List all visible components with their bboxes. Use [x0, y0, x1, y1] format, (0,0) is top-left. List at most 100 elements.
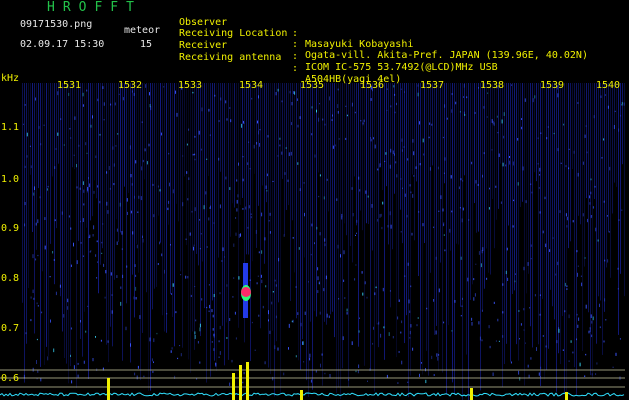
y-tick-label: 0.6	[1, 373, 20, 384]
noise-speck	[206, 306, 208, 309]
noise-speck	[55, 148, 57, 150]
noise-speck	[284, 172, 286, 175]
noise-streak	[500, 83, 501, 164]
info-value: Ogata-vill. Akita-Pref. JAPAN (139.96E, …	[305, 50, 588, 61]
noise-streak	[356, 83, 357, 226]
noise-streak	[408, 83, 409, 398]
noise-streak	[492, 83, 493, 199]
noise-speck	[584, 375, 586, 378]
noise-speck	[274, 279, 276, 282]
noise-speck	[257, 275, 259, 277]
noise-speck	[495, 185, 497, 188]
noise-speck	[194, 331, 196, 335]
noise-speck	[596, 362, 598, 365]
noise-speck	[142, 235, 143, 239]
noise-speck	[199, 248, 201, 250]
noise-speck	[49, 276, 51, 278]
noise-speck	[259, 129, 261, 131]
noise-speck	[326, 313, 328, 318]
noise-speck	[74, 116, 76, 120]
noise-speck	[151, 358, 153, 362]
noise-speck	[502, 311, 504, 314]
noise-speck	[603, 138, 605, 141]
noise-speck	[545, 243, 547, 248]
noise-speck	[39, 196, 41, 199]
noise-streak	[340, 83, 341, 399]
noise-speck	[156, 332, 158, 335]
noise-speck	[407, 262, 409, 266]
noise-speck	[170, 244, 171, 246]
noise-speck	[431, 355, 433, 360]
noise-speck	[422, 138, 424, 143]
noise-streak	[282, 83, 283, 179]
app-title: HROFFT	[47, 0, 142, 15]
noise-speck	[102, 86, 104, 89]
noise-speck	[164, 269, 165, 274]
noise-streak	[570, 83, 571, 242]
noise-speck	[341, 216, 343, 220]
noise-speck	[507, 277, 509, 281]
noise-speck	[559, 210, 561, 213]
noise-speck	[395, 161, 397, 164]
noise-streak	[238, 83, 239, 328]
noise-speck	[436, 353, 438, 357]
baseline-spike	[239, 365, 242, 400]
noise-speck	[129, 145, 131, 150]
noise-streak	[498, 83, 499, 209]
noise-speck	[76, 164, 77, 168]
noise-speck	[77, 362, 79, 365]
noise-speck	[37, 254, 39, 257]
noise-streak	[206, 83, 207, 383]
noise-speck	[32, 254, 34, 259]
noise-speck	[355, 264, 357, 266]
noise-streak	[544, 83, 545, 380]
noise-speck	[512, 161, 514, 166]
noise-speck	[86, 89, 88, 92]
noise-streak	[446, 83, 447, 394]
noise-speck	[205, 191, 207, 195]
noise-speck	[311, 223, 313, 227]
noise-streak	[428, 83, 429, 376]
noise-speck	[262, 305, 264, 309]
noise-speck	[218, 120, 220, 123]
noise-speck	[199, 361, 201, 364]
noise-streak	[66, 83, 67, 364]
noise-speck	[234, 311, 236, 315]
noise-streak	[602, 83, 603, 355]
noise-speck	[97, 261, 99, 263]
noise-streak	[320, 83, 321, 315]
noise-speck	[444, 104, 446, 108]
noise-speck	[390, 224, 392, 229]
noise-streak	[176, 83, 177, 204]
noise-speck	[95, 254, 97, 257]
noise-speck	[275, 92, 277, 96]
noise-speck	[143, 375, 145, 378]
noise-speck	[279, 137, 281, 140]
noise-speck	[30, 319, 32, 322]
noise-speck	[137, 365, 139, 369]
noise-streak	[272, 83, 273, 331]
noise-speck	[299, 116, 301, 120]
noise-speck	[111, 310, 113, 314]
noise-speck	[23, 123, 24, 125]
noise-streak	[132, 83, 133, 275]
noise-speck	[564, 310, 566, 313]
noise-speck	[572, 351, 574, 354]
noise-speck	[182, 202, 184, 207]
noise-streak	[584, 83, 585, 267]
noise-speck	[396, 102, 397, 106]
y-axis-unit: kHz	[1, 73, 20, 84]
noise-speck	[186, 143, 188, 146]
noise-speck	[354, 111, 356, 114]
noise-speck	[591, 334, 593, 338]
noise-speck	[518, 370, 520, 375]
noise-speck	[523, 329, 525, 331]
noise-speck	[568, 167, 570, 170]
noise-speck	[417, 317, 419, 319]
noise-speck	[105, 270, 107, 274]
noise-speck	[557, 148, 559, 152]
noise-streak	[460, 83, 461, 307]
noise-speck	[101, 241, 103, 244]
noise-speck	[359, 189, 361, 192]
noise-streak	[170, 83, 171, 295]
